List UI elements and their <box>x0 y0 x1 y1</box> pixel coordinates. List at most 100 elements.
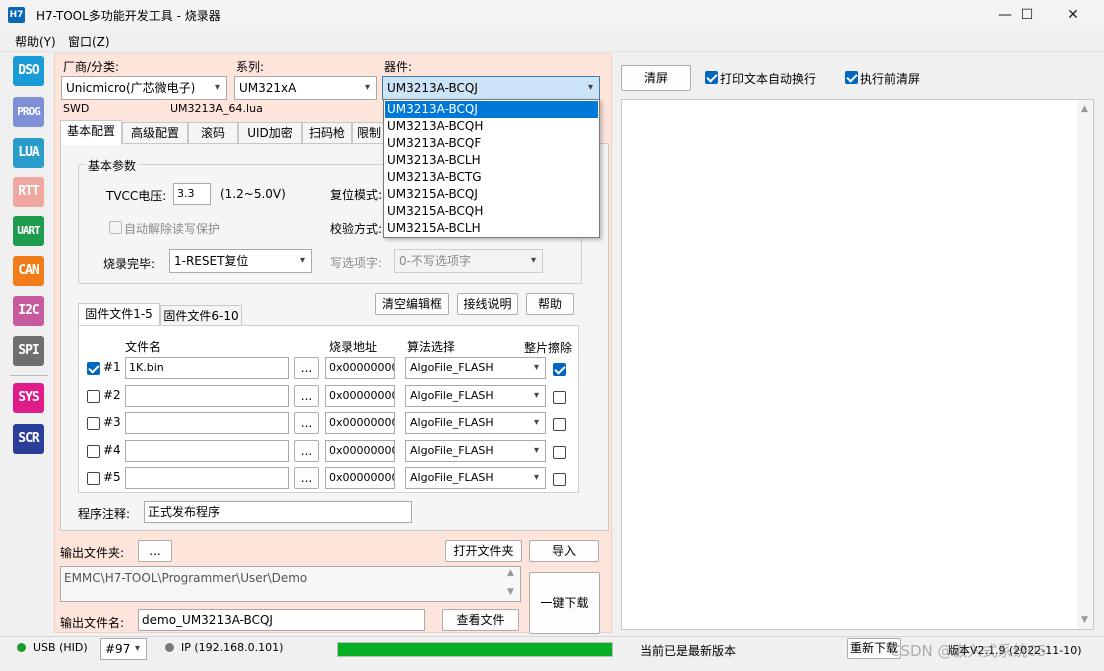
comment-label: 程序注释: <box>78 507 131 521</box>
sidebar-i2c-button[interactable]: I2C <box>13 296 44 326</box>
sidebar-dso-button[interactable]: DSO <box>13 56 44 86</box>
clear-screen-button[interactable]: 清屏 <box>621 65 691 91</box>
tvcc-label: TVCC电压: <box>106 189 167 203</box>
sidebar-scr-button[interactable]: SCR <box>13 424 44 454</box>
file-address-input[interactable]: 0x00000000 <box>325 385 395 407</box>
device-option[interactable]: UM3215A-BCQH <box>385 203 598 220</box>
csdn-watermark: CSDN @嵌入式系统05 <box>890 642 1047 660</box>
port-select[interactable]: #97 ▾ <box>100 638 147 660</box>
tab-basic-config[interactable]: 基本配置 <box>60 120 122 145</box>
vendor-select[interactable]: Unicmicro(广芯微电子) ▾ <box>61 76 227 100</box>
tab-limit[interactable]: 限制 <box>352 122 386 144</box>
browse-file-button[interactable]: ... <box>294 440 319 462</box>
output-path-field[interactable]: EMMC\H7-TOOL\Programmer\User\Demo <box>60 566 521 602</box>
file-enable-checkbox[interactable] <box>87 472 100 485</box>
device-option[interactable]: UM3215A-BCQJ <box>385 186 598 203</box>
output-name-input[interactable]: demo_UM3213A-BCQJ <box>138 609 425 631</box>
series-select[interactable]: UM321xA ▾ <box>234 76 377 100</box>
device-option[interactable]: UM3213A-BCQJ <box>385 101 598 118</box>
tvcc-input[interactable]: 3.3 <box>173 183 211 205</box>
algorithm-select[interactable]: AlgoFile_FLASH ▾ <box>405 467 546 489</box>
file-enable-checkbox[interactable] <box>87 362 100 375</box>
file-address-input[interactable]: 0x00000000 <box>325 412 395 434</box>
after-program-select[interactable]: 1-RESET复位 ▾ <box>169 249 312 273</box>
file-address-input[interactable]: 0x00000000 <box>325 357 395 379</box>
file-row-id: #3 <box>103 415 121 429</box>
chip-erase-checkbox[interactable] <box>553 446 566 459</box>
device-option[interactable]: UM3213A-BCTG <box>385 169 598 186</box>
browse-file-button[interactable]: ... <box>294 412 319 434</box>
algorithm-select[interactable]: AlgoFile_FLASH ▾ <box>405 412 546 434</box>
algorithm-select[interactable]: AlgoFile_FLASH ▾ <box>405 385 546 407</box>
auto-unlock-label: 自动解除读写保护 <box>124 222 221 236</box>
device-option[interactable]: UM3213A-BCQH <box>385 118 598 135</box>
chip-erase-checkbox[interactable] <box>553 391 566 404</box>
auto-wrap-checkbox[interactable] <box>705 71 718 84</box>
reset-mode-label: 复位模式: <box>330 188 383 202</box>
sidebar-uart-button[interactable]: UART <box>13 216 44 246</box>
scroll-down-icon[interactable]: ▼ <box>507 587 514 597</box>
app-icon: H7 <box>8 7 25 23</box>
log-scrollbar[interactable]: ▲ ▼ <box>1077 100 1093 629</box>
open-folder-button[interactable]: 打开文件夹 <box>445 540 522 562</box>
chevron-down-icon: ▾ <box>214 82 220 93</box>
scroll-down-icon[interactable]: ▼ <box>1081 615 1088 625</box>
device-select[interactable]: UM3213A-BCQJ ▾ <box>382 76 600 100</box>
browse-file-button[interactable]: ... <box>294 357 319 379</box>
close-button[interactable]: ✕ <box>1050 0 1096 30</box>
chip-erase-checkbox[interactable] <box>553 418 566 431</box>
sidebar-lua-button[interactable]: LUA <box>13 138 44 168</box>
file-enable-checkbox[interactable] <box>87 390 100 403</box>
auto-unlock-checkbox[interactable] <box>109 221 122 234</box>
clear-editor-button[interactable]: 清空编辑框 <box>375 293 449 315</box>
file-name-input[interactable]: 1K.bin <box>125 357 289 379</box>
browse-file-button[interactable]: ... <box>294 467 319 489</box>
clear-before-run-checkbox[interactable] <box>845 71 858 84</box>
maximize-button[interactable]: ☐ <box>1004 0 1050 30</box>
algorithm-select[interactable]: AlgoFile_FLASH ▾ <box>405 357 546 379</box>
tab-advanced-config[interactable]: 高级配置 <box>122 122 188 144</box>
chip-erase-checkbox[interactable] <box>553 473 566 486</box>
browse-file-button[interactable]: ... <box>294 385 319 407</box>
view-file-button[interactable]: 查看文件 <box>442 609 519 631</box>
comment-input[interactable]: 正式发布程序 <box>144 501 412 523</box>
tab-rolling-code[interactable]: 滚码 <box>188 122 238 144</box>
device-option[interactable]: UM3213A-BCQF <box>385 135 598 152</box>
device-option[interactable]: UM3213A-BCLH <box>385 152 598 169</box>
file-enable-checkbox[interactable] <box>87 445 100 458</box>
sidebar-prog-button[interactable]: PROG <box>13 97 44 127</box>
sidebar-can-button[interactable]: CAN <box>13 256 44 286</box>
tab-scanner[interactable]: 扫码枪 <box>302 122 352 144</box>
tab-uid-encrypt[interactable]: UID加密 <box>238 122 302 144</box>
chevron-down-icon: ▾ <box>587 82 593 93</box>
menu-window[interactable]: 窗口(Z) <box>68 33 110 50</box>
tab-firmware-1-5[interactable]: 固件文件1-5 <box>78 303 160 325</box>
file-address-input[interactable]: 0x00000000 <box>325 467 395 489</box>
option-bytes-select[interactable]: 0-不写选项字 ▾ <box>394 249 543 273</box>
file-name-input[interactable] <box>125 440 289 462</box>
import-button[interactable]: 导入 <box>529 540 599 562</box>
file-name-input[interactable] <box>125 467 289 489</box>
sidebar-spi-button[interactable]: SPI <box>13 336 44 366</box>
file-name-input[interactable] <box>125 412 289 434</box>
tab-firmware-6-10[interactable]: 固件文件6-10 <box>160 305 242 327</box>
file-name-input[interactable] <box>125 385 289 407</box>
file-address-input[interactable]: 0x00000000 <box>325 440 395 462</box>
chevron-down-icon: ▾ <box>299 255 305 266</box>
browse-folder-button[interactable]: ... <box>138 540 172 562</box>
sidebar-rtt-button[interactable]: RTT <box>13 177 44 207</box>
sidebar-separator <box>10 375 48 376</box>
wiring-guide-button[interactable]: 接线说明 <box>457 293 518 315</box>
output-name-label: 输出文件名: <box>60 616 125 630</box>
one-click-download-button[interactable]: 一键下载 <box>529 572 600 634</box>
menu-help[interactable]: 帮助(Y) <box>15 33 56 50</box>
log-output[interactable]: ▲ ▼ <box>621 99 1094 630</box>
scroll-up-icon[interactable]: ▲ <box>507 568 514 578</box>
sidebar-sys-button[interactable]: SYS <box>13 383 44 413</box>
chip-erase-checkbox[interactable] <box>553 363 566 376</box>
help-button[interactable]: 帮助 <box>526 293 574 315</box>
file-enable-checkbox[interactable] <box>87 417 100 430</box>
device-option[interactable]: UM3215A-BCLH <box>385 220 598 237</box>
scroll-up-icon[interactable]: ▲ <box>1081 104 1088 114</box>
algorithm-select[interactable]: AlgoFile_FLASH ▾ <box>405 440 546 462</box>
